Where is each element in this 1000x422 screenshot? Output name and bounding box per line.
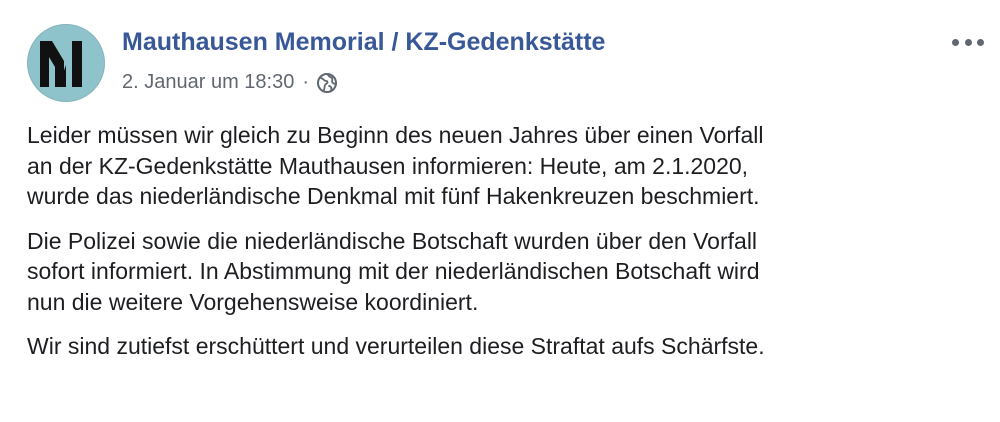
- post-timestamp[interactable]: 2. Januar um 18:30: [122, 71, 294, 94]
- more-options-icon[interactable]: [946, 30, 990, 54]
- post-meta: 2. Januar um 18:30 ·: [122, 71, 338, 94]
- post-paragraph: Leider müssen wir gleich zu Beginn des n…: [27, 120, 987, 212]
- paragraph-line: an der KZ-Gedenkstätte Mauthausen inform…: [27, 152, 749, 179]
- post-paragraph: Die Polizei sowie die niederländische Bo…: [27, 226, 987, 318]
- globe-icon[interactable]: [316, 72, 338, 94]
- post-body: Leider müssen wir gleich zu Beginn des n…: [27, 120, 987, 376]
- page-avatar[interactable]: [27, 24, 105, 102]
- paragraph-line: nun die weitere Vorgehensweise koordinie…: [27, 288, 479, 315]
- more-dot: [964, 38, 972, 46]
- paragraph-line: Wir sind zutiefst erschüttert und verurt…: [27, 333, 765, 359]
- mauthausen-logo-icon: [40, 41, 82, 87]
- paragraph-line: wurde das niederländische Denkmal mit fü…: [27, 183, 760, 209]
- page-name-link[interactable]: Mauthausen Memorial / KZ-Gedenkstätte: [122, 28, 605, 57]
- facebook-post: Mauthausen Memorial / KZ-Gedenkstätte 2.…: [0, 0, 1000, 422]
- paragraph-line: Leider müssen wir gleich zu Beginn des n…: [27, 122, 764, 148]
- paragraph-line: sofort informiert. In Abstimmung mit der…: [27, 258, 760, 284]
- more-dot: [952, 38, 959, 46]
- more-dot: [977, 38, 984, 46]
- post-paragraph: Wir sind zutiefst erschüttert und verurt…: [27, 331, 987, 362]
- meta-separator: ·: [302, 71, 310, 93]
- paragraph-line: Die Polizei sowie die niederländische Bo…: [27, 227, 758, 254]
